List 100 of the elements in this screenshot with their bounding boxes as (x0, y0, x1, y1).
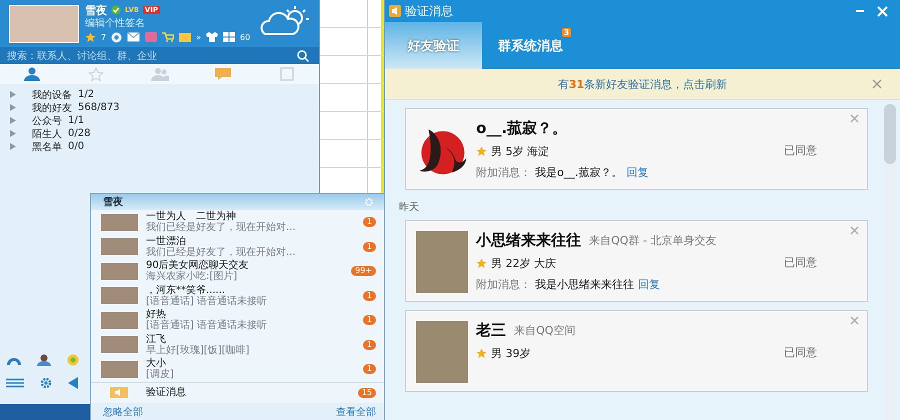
scrollbar-thumb[interactable] (884, 104, 896, 164)
close-icon (850, 226, 859, 235)
avatar-photo-placeholder (101, 336, 138, 354)
coin-icon[interactable] (66, 354, 80, 366)
cart-icon[interactable] (162, 32, 174, 42)
close-button[interactable] (872, 79, 882, 89)
chat-bubble-icon (214, 67, 232, 81)
avatar-photo-placeholder[interactable] (9, 4, 79, 42)
message-preview: 海兴农家小吃:[图片] (146, 271, 238, 282)
sender-name: 一世为人 二世为神 (146, 211, 236, 222)
user-name: 雪夜 (85, 2, 107, 18)
verify-label: 验证消息 (146, 387, 187, 398)
reply-link[interactable]: 回复 (626, 165, 648, 180)
message-preview: [调皮] (146, 369, 175, 380)
sender-name: 一世漂泊 (146, 236, 187, 247)
more-icon[interactable]: » (196, 32, 201, 42)
contact-group[interactable]: 黑名单 0/0 (10, 140, 84, 153)
message-item[interactable]: 好热 [语音通话] 语音通话未接听 1 (91, 308, 384, 332)
message-item[interactable]: 江飞 早上好[玫瑰][饭][咖啡] 1 (91, 332, 384, 357)
message-item[interactable]: 90后美女网恋聊天交友 海兴农家小吃:[图片] 99+ (91, 259, 384, 284)
request-source: 来自QQ群 - 北京单身交友 (589, 233, 716, 248)
message-item[interactable]: 一世漂泊 我们已经是好友了，现在开始对... 1 (91, 234, 384, 259)
person-icon (22, 67, 41, 81)
mail-icon[interactable] (127, 32, 140, 42)
avatar-photo-placeholder (101, 262, 138, 280)
requester-name: 老三 (476, 321, 506, 340)
extra-message: 我是小思绪来来往往 (535, 277, 634, 292)
tab[interactable]: 群系统消息 3 (482, 22, 580, 69)
requester-info: 男 22岁 大庆 (491, 256, 556, 271)
shirt-icon[interactable] (206, 32, 218, 42)
star-icon (476, 146, 488, 157)
popup-title: 雪夜 (103, 195, 123, 209)
close-icon (877, 6, 888, 16)
message-preview: 我们已经是好友了，现在开始对... (146, 222, 297, 234)
minimize-icon (855, 10, 865, 12)
star-icon (476, 348, 488, 359)
online-status-icon[interactable] (111, 5, 121, 15)
close-button[interactable] (850, 316, 859, 325)
people-icon[interactable] (36, 354, 52, 366)
message-preview: [语音通话] 语音通话未接听 (146, 296, 268, 307)
points-count: 60 (240, 32, 250, 42)
window-title: 验证消息 (405, 2, 454, 20)
group-icon (150, 67, 169, 81)
date-heading: 昨天 (399, 201, 420, 214)
unread-badge: 1 (362, 364, 376, 374)
close-button[interactable] (850, 226, 859, 235)
sender-name: 大小 (146, 358, 166, 370)
sender-name: 江飞 (146, 334, 166, 345)
avatar-photo-placeholder (416, 231, 468, 293)
dome-icon[interactable] (6, 355, 22, 365)
search-field[interactable]: 搜索：联系人、讨论组、群、企业 (0, 47, 320, 64)
message-item[interactable]: 一世为人 二世为神 我们已经是好友了，现在开始对... 1 (91, 210, 384, 234)
message-preview: 我们已经是好友了，现在开始对... (146, 246, 297, 258)
contact-group[interactable]: 陌生人 0/28 (10, 127, 90, 140)
gear-icon[interactable] (362, 197, 376, 207)
globe-icon[interactable] (111, 32, 122, 42)
menu-icon[interactable] (6, 378, 24, 388)
close-icon (850, 114, 859, 123)
requester-info: 男 5岁 海淀 (491, 144, 550, 159)
scrollbar[interactable] (884, 104, 896, 420)
avatar-photo-placeholder (101, 214, 138, 231)
request-status: 已同意 (784, 254, 817, 270)
star-icon (88, 67, 104, 81)
contact-group[interactable]: 公众号 1/1 (10, 114, 84, 127)
unread-badge: 1 (362, 242, 376, 252)
ignore-all-link[interactable]: 忽略全部 (103, 404, 143, 419)
star-icon (476, 258, 488, 269)
message-item[interactable]: ，河东**笑爷...... [语音通话] 语音通话未接听 1 (91, 284, 384, 308)
star-icon[interactable] (85, 32, 96, 42)
gear-icon[interactable] (38, 376, 54, 390)
extra-label: 附加消息： (476, 165, 532, 180)
request-source: 来自QQ空间 (514, 323, 576, 338)
sender-name: ，河东**笑爷...... (146, 284, 226, 296)
avatar-photo-placeholder (101, 312, 138, 329)
extra-label: 附加消息： (476, 277, 532, 292)
reply-link[interactable]: 回复 (638, 277, 660, 292)
close-icon (872, 79, 882, 89)
unread-badge: 1 (362, 315, 376, 326)
message-item[interactable]: 大小 [调皮] 1 (91, 357, 384, 382)
contact-group[interactable]: 我的设备 1/2 (10, 88, 94, 101)
message-preview: 早上好[玫瑰][饭][咖啡] (146, 344, 250, 356)
refresh-notice[interactable]: 有31条新好友验证消息，点击刷新 (558, 76, 728, 92)
message-preview: [语音通话] 语音通话未接听 (146, 320, 268, 332)
contact-group[interactable]: 我的好友 568/873 (10, 101, 120, 114)
view-all-link[interactable]: 查看全部 (336, 404, 376, 419)
unread-badge: 1 (362, 290, 376, 301)
extra-message: 我是o__.菰寂？。 (535, 165, 622, 180)
requester-name: o__.菰寂？。 (476, 119, 568, 138)
star-count: 7 (101, 32, 106, 42)
search-icon[interactable] (297, 50, 310, 62)
unread-badge: 1 (362, 340, 376, 350)
unread-badge: 1 (362, 217, 376, 228)
requester-name: 小思绪来来往往 (476, 231, 582, 250)
folder-icon[interactable] (179, 32, 192, 42)
close-button[interactable] (850, 114, 859, 123)
avatar-photo-placeholder (101, 287, 138, 304)
count-badge: 3 (562, 28, 572, 37)
search-placeholder: 搜索：联系人、讨论组、群、企业 (7, 50, 157, 62)
grid-icon[interactable] (223, 32, 235, 42)
avatar-photo-placeholder (416, 321, 468, 383)
